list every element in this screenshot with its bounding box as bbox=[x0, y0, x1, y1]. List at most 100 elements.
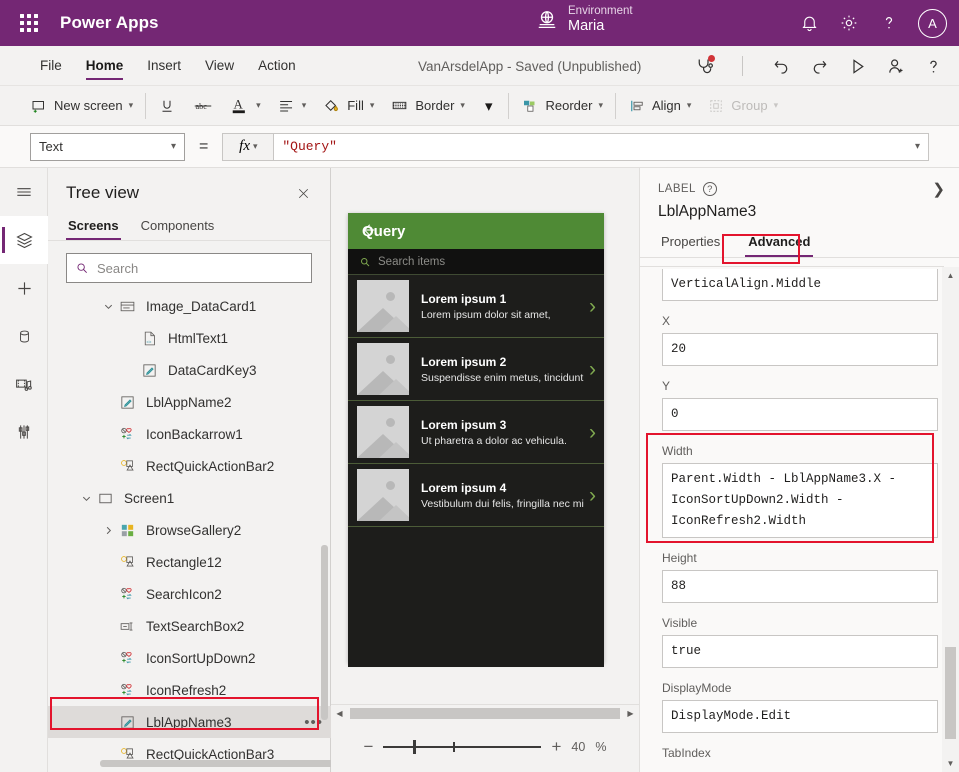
property-input-displaymode[interactable]: DisplayMode.Edit bbox=[662, 700, 938, 733]
tree-item-datacardkey3[interactable]: DataCardKey3 bbox=[48, 354, 331, 386]
search-input[interactable] bbox=[97, 261, 303, 276]
scroll-down-arrow-icon[interactable]: ▼ bbox=[942, 755, 959, 772]
app-header[interactable]: Query bbox=[348, 213, 604, 249]
more-options-button[interactable]: ▾ bbox=[473, 91, 505, 121]
waffle-grid-icon[interactable] bbox=[12, 14, 46, 32]
tree-item-htmltext1[interactable]: <>HtmlText1 bbox=[48, 322, 331, 354]
tab-advanced[interactable]: Advanced bbox=[745, 231, 813, 257]
fill-button[interactable]: Fill ▾ bbox=[314, 91, 382, 121]
property-input-y[interactable]: 0 bbox=[662, 398, 938, 431]
chevron-right-icon[interactable]: › bbox=[589, 359, 596, 380]
sidebar-item-media[interactable] bbox=[0, 360, 48, 408]
redo-icon[interactable] bbox=[807, 54, 831, 78]
sidebar-item-data[interactable] bbox=[0, 312, 48, 360]
reorder-button[interactable]: Reorder ▾ bbox=[513, 91, 611, 121]
tree-item-iconbackarrow1[interactable]: IconBackarrow1 bbox=[48, 418, 331, 450]
formula-input[interactable]: "Query" ▾ bbox=[274, 133, 929, 161]
chevron-right-icon[interactable]: › bbox=[589, 422, 596, 443]
back-arrow-icon[interactable] bbox=[360, 221, 378, 239]
fx-button[interactable]: fx ▾ bbox=[222, 133, 274, 161]
scroll-up-arrow-icon[interactable]: ▲ bbox=[942, 267, 959, 284]
tab-properties[interactable]: Properties bbox=[658, 231, 723, 257]
tree-item-textsearchbox2[interactable]: TextSearchBox2 bbox=[48, 610, 331, 642]
close-icon[interactable] bbox=[292, 182, 314, 204]
menu-item-insert[interactable]: Insert bbox=[135, 46, 193, 86]
chevron-right-icon[interactable]: › bbox=[589, 485, 596, 506]
menu-item-file[interactable]: File bbox=[28, 46, 74, 86]
properties-scrollbar[interactable]: ▲ ▼ bbox=[942, 267, 959, 772]
undo-icon[interactable] bbox=[769, 54, 793, 78]
help-question-icon[interactable] bbox=[921, 54, 945, 78]
menu-item-action[interactable]: Action bbox=[246, 46, 308, 86]
strikethrough-button[interactable]: abc bbox=[184, 91, 222, 121]
tree-item-lblappname2[interactable]: LblAppName2 bbox=[48, 386, 331, 418]
app-checker-icon[interactable] bbox=[692, 54, 716, 78]
tree-view-horizontal-scrollbar[interactable] bbox=[100, 760, 358, 767]
text-align-button[interactable]: ▾ bbox=[269, 91, 315, 121]
tree-view-vertical-scrollbar[interactable] bbox=[321, 545, 328, 720]
chevron-right-icon[interactable]: ❯ bbox=[932, 180, 945, 198]
tree-item-searchicon2[interactable]: SearchIcon2 bbox=[48, 578, 331, 610]
app-search-box[interactable]: Search items bbox=[348, 249, 604, 275]
gallery-item[interactable]: Lorem ipsum 3Ut pharetra a dolor ac vehi… bbox=[348, 401, 604, 464]
zoom-slider-thumb[interactable] bbox=[413, 740, 416, 754]
chevron-down-icon[interactable] bbox=[78, 493, 94, 504]
tree-item-iconsortupdown2[interactable]: IconSortUpDown2 bbox=[48, 642, 331, 674]
tree-item-image_datacard1[interactable]: Image_DataCard1 bbox=[48, 290, 331, 322]
menu-item-home[interactable]: Home bbox=[74, 46, 136, 86]
tree-item-rectangle12[interactable]: Rectangle12 bbox=[48, 546, 331, 578]
play-preview-icon[interactable] bbox=[845, 54, 869, 78]
sidebar-item-insert[interactable] bbox=[0, 264, 48, 312]
chevron-right-icon[interactable]: › bbox=[589, 296, 596, 317]
tree-item-lblappname3[interactable]: LblAppName3••• bbox=[48, 706, 331, 738]
property-input-verticalalign[interactable]: VerticalAlign.Middle bbox=[662, 269, 938, 301]
gallery-item[interactable]: Lorem ipsum 4Vestibulum dui felis, fring… bbox=[348, 464, 604, 527]
sidebar-item-tree-view[interactable] bbox=[0, 216, 48, 264]
property-input-x[interactable]: 20 bbox=[662, 333, 938, 366]
properties-scroll-thumb[interactable] bbox=[945, 647, 956, 739]
new-screen-button[interactable]: New screen ▾ bbox=[22, 91, 141, 121]
group-button[interactable]: Group ▾ bbox=[699, 91, 786, 121]
gallery-item[interactable]: Lorem ipsum 2Suspendisse enim metus, tin… bbox=[348, 338, 604, 401]
canvas-horizontal-scrollbar[interactable]: ◀ ▶ bbox=[331, 704, 639, 722]
app-preview-canvas[interactable]: Query Search items Lorem ipsum 1Lorem ip… bbox=[348, 213, 604, 663]
gallery-item[interactable]: Lorem ipsum 1Lorem ipsum dolor sit amet,… bbox=[348, 275, 604, 338]
gear-icon[interactable] bbox=[838, 12, 860, 34]
menu-item-view[interactable]: View bbox=[193, 46, 246, 86]
sidebar-item-advanced-tools[interactable] bbox=[0, 408, 48, 456]
chevron-right-icon[interactable] bbox=[100, 525, 116, 536]
tree-item-screen1[interactable]: Screen1 bbox=[48, 482, 331, 514]
scroll-right-arrow-icon[interactable]: ▶ bbox=[622, 705, 639, 723]
scroll-left-arrow-icon[interactable]: ◀ bbox=[331, 705, 348, 723]
tab-screens[interactable]: Screens bbox=[66, 214, 121, 240]
property-input-visible[interactable]: true bbox=[662, 635, 938, 668]
fill-label: Fill bbox=[347, 98, 364, 113]
border-button[interactable]: Border ▾ bbox=[382, 91, 473, 121]
property-input-height[interactable]: 88 bbox=[662, 570, 938, 603]
font-color-button[interactable]: A ▾ bbox=[222, 91, 269, 121]
tree-search-box[interactable] bbox=[66, 253, 312, 283]
tree-item-iconrefresh2[interactable]: IconRefresh2 bbox=[48, 674, 331, 706]
property-input-width[interactable]: Parent.Width - LblAppName3.X - IconSortU… bbox=[662, 463, 938, 538]
align-button[interactable]: Align ▾ bbox=[620, 91, 699, 121]
bell-icon[interactable] bbox=[798, 12, 820, 34]
question-icon[interactable] bbox=[878, 12, 900, 34]
avatar[interactable]: A bbox=[918, 9, 947, 38]
tree-item-rectquickactionbar2[interactable]: RectQuickActionBar2 bbox=[48, 450, 331, 482]
tree-item-rectquickactionbar3[interactable]: RectQuickActionBar3 bbox=[48, 738, 331, 760]
zoom-slider[interactable] bbox=[383, 740, 541, 754]
help-circle-icon[interactable]: ? bbox=[703, 182, 717, 196]
underline-button[interactable] bbox=[150, 91, 184, 121]
hamburger-menu-icon[interactable] bbox=[0, 168, 48, 216]
property-select[interactable]: Text ▾ bbox=[30, 133, 185, 161]
zoom-out-button[interactable]: − bbox=[364, 737, 374, 757]
zoom-in-button[interactable]: + bbox=[551, 737, 561, 757]
chevron-down-icon[interactable] bbox=[100, 301, 116, 312]
environment-picker[interactable]: Environment Maria bbox=[536, 5, 633, 35]
chevron-down-icon[interactable]: ▾ bbox=[915, 141, 920, 152]
canvas-scroll-thumb[interactable] bbox=[350, 708, 620, 719]
tab-components[interactable]: Components bbox=[139, 214, 217, 240]
share-user-icon[interactable] bbox=[883, 54, 907, 78]
tree-item-browsegallery2[interactable]: BrowseGallery2 bbox=[48, 514, 331, 546]
tree-item-overflow-menu[interactable]: ••• bbox=[304, 718, 323, 727]
